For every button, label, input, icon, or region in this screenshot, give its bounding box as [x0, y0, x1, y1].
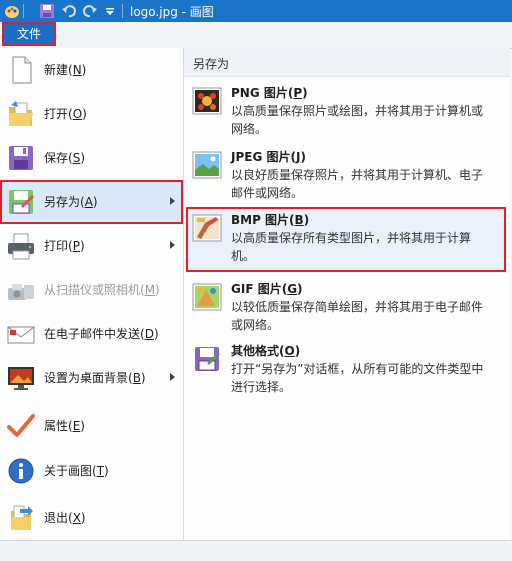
- menu-item-label: 从扫描仪或照相机(: [44, 283, 145, 297]
- option-description: 以高质量保存所有类型图片，并将其用于计算机。: [231, 231, 472, 263]
- option-key: B: [294, 213, 304, 227]
- menu-item-key: B: [132, 371, 141, 385]
- submenu-arrow-icon: [170, 241, 175, 249]
- option-title: 其他格式(: [231, 344, 285, 358]
- submenu-title: 另存为: [193, 57, 230, 71]
- option-title: JPEG 图片(: [231, 150, 296, 164]
- submenu-arrow-icon: [170, 197, 175, 205]
- menu-item-label: 在电子邮件中发送(: [44, 327, 145, 341]
- title-bar: logo.jpg - 画图: [0, 0, 512, 22]
- save-icon: [9, 146, 33, 170]
- menu-item-save[interactable]: 保存(S): [0, 136, 183, 180]
- submenu-arrow-icon: [170, 373, 175, 381]
- menu-item-properties[interactable]: 属性(E): [0, 404, 183, 448]
- save-icon[interactable]: [39, 3, 55, 19]
- menu-item-label: 打开(: [44, 107, 73, 121]
- png-picture-icon: [192, 87, 222, 115]
- option-description: 打开“另存为”对话框，从所有可能的文件类型中进行选择。: [231, 362, 484, 394]
- option-description: 以良好质量保存照片，并将其用于计算机、电子邮件或网络。: [231, 168, 484, 200]
- redo-icon[interactable]: [82, 3, 98, 19]
- open-folder-icon: [9, 101, 33, 126]
- menu-item-key: O: [72, 107, 83, 121]
- email-icon: [7, 326, 35, 344]
- menu-item-set-desktop-background[interactable]: 设置为桌面背景(B): [0, 356, 183, 400]
- menu-item-key: N: [72, 63, 82, 77]
- bmp-picture-icon: [192, 214, 222, 242]
- save-as-png[interactable]: PNG 图片(P) 以高质量保存照片或绘图，并将其用于计算机或网络。: [186, 80, 506, 140]
- undo-icon[interactable]: [61, 3, 77, 19]
- option-key: P: [293, 86, 303, 100]
- menu-item-label: 打印(: [44, 239, 73, 253]
- menu-item-label: 关于画图(: [44, 464, 97, 478]
- menu-item-key: T: [96, 464, 105, 478]
- menu-item-send-email[interactable]: 在电子邮件中发送(D): [0, 312, 183, 356]
- menu-item-open[interactable]: 打开(O): [0, 92, 183, 136]
- exit-icon: [11, 505, 33, 530]
- other-formats-icon: [195, 347, 220, 371]
- file-tab[interactable]: 文件: [2, 22, 56, 46]
- option-key: G: [287, 282, 298, 296]
- printer-icon: [8, 233, 34, 260]
- menu-item-key: D: [144, 327, 154, 341]
- ribbon-tab-strip: 文件: [0, 22, 512, 49]
- menu-item-key: M: [144, 283, 156, 297]
- checkmark-icon: [7, 414, 35, 437]
- menu-item-label: 属性(: [44, 419, 73, 433]
- menu-item-key: X: [72, 511, 81, 525]
- info-icon: [8, 458, 34, 484]
- option-key: J: [295, 150, 301, 164]
- menu-item-label: 退出(: [44, 511, 73, 525]
- window-title: logo.jpg - 画图: [130, 5, 214, 19]
- menu-item-label: 保存(: [44, 151, 73, 165]
- save-as-bmp[interactable]: BMP 图片(B) 以高质量保存所有类型图片，并将其用于计算机。: [186, 207, 506, 272]
- menu-item-label: 另存为(: [44, 195, 85, 209]
- menu-item-exit[interactable]: 退出(X): [0, 496, 183, 540]
- save-as-jpeg[interactable]: JPEG 图片(J) 以良好质量保存照片，并将其用于计算机、电子邮件或网络。: [186, 144, 506, 204]
- menu-item-new[interactable]: 新建(N): [0, 48, 183, 92]
- bottom-bar: [0, 540, 512, 561]
- option-key: O: [284, 344, 295, 358]
- scanner-icon: [8, 284, 34, 300]
- app-icon[interactable]: [4, 3, 20, 19]
- menu-item-print[interactable]: 打印(P): [0, 224, 183, 268]
- menu-item-label: 新建(: [44, 63, 73, 77]
- new-file-icon: [12, 56, 32, 84]
- menu-item-key: S: [72, 151, 81, 165]
- menu-item-save-as[interactable]: 另存为(A): [0, 180, 183, 224]
- file-menu: 新建(N) 打开(O) 保存(S) 另存为(A) 打印(P) 从扫描仪或照相机(…: [0, 48, 184, 540]
- menu-item-key: P: [72, 239, 80, 253]
- menu-item-key: A: [84, 195, 93, 209]
- menu-item-about-paint[interactable]: 关于画图(T): [0, 449, 183, 493]
- title-separator: [122, 4, 123, 18]
- option-title: PNG 图片(: [231, 86, 294, 100]
- menu-item-key: E: [72, 419, 81, 433]
- jpeg-picture-icon: [192, 151, 222, 179]
- option-description: 以高质量保存照片或绘图，并将其用于计算机或网络。: [231, 104, 484, 136]
- option-description: 以较低质量保存简单绘图，并将其用于电子邮件或网络。: [231, 300, 484, 332]
- qa-separator: [23, 4, 24, 18]
- submenu-header: 另存为: [184, 48, 510, 77]
- option-title: GIF 图片(: [231, 282, 288, 296]
- option-title: BMP 图片(: [231, 213, 295, 227]
- save-as-gif[interactable]: GIF 图片(G) 以较低质量保存简单绘图，并将其用于电子邮件或网络。: [186, 276, 506, 336]
- save-as-submenu: 另存为 PNG 图片(P) 以高质量保存照片或绘图，并将其用于计算机或网络。 J…: [184, 48, 510, 540]
- save-as-icon: [9, 190, 34, 214]
- desktop-background-icon: [8, 367, 34, 390]
- menu-item-label: 设置为桌面背景(: [44, 371, 133, 385]
- save-as-other-formats[interactable]: 其他格式(O) 打开“另存为”对话框，从所有可能的文件类型中进行选择。: [186, 338, 506, 398]
- menu-item-from-scanner: 从扫描仪或照相机(M): [0, 268, 183, 312]
- gif-picture-icon: [192, 283, 222, 311]
- customize-icon[interactable]: [102, 3, 118, 19]
